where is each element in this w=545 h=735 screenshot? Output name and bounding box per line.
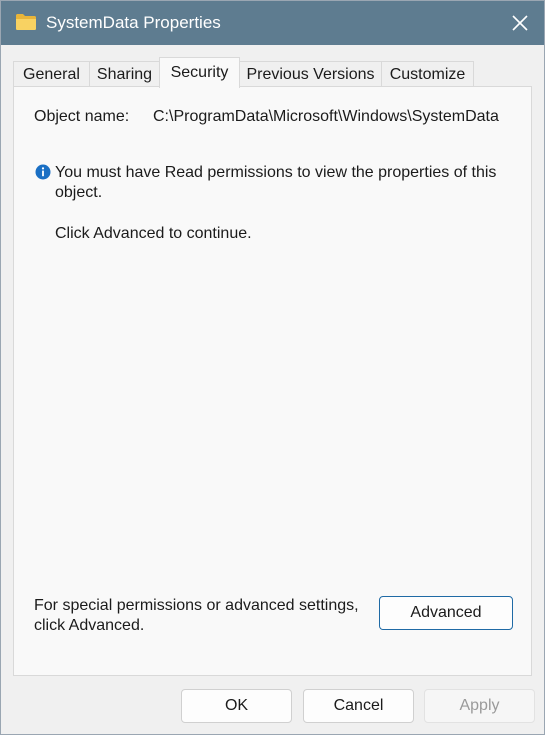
security-panel: Object name: C:\ProgramData\Microsoft\Wi… [13,86,532,676]
tab-previous-versions[interactable]: Previous Versions [239,61,382,87]
advanced-hint-text: For special permissions or advanced sett… [34,597,359,634]
title-bar[interactable]: SystemData Properties [1,1,544,45]
cancel-button[interactable]: Cancel [303,689,414,723]
tab-sharing[interactable]: Sharing [89,61,160,87]
close-icon [512,15,528,31]
folder-icon [15,13,37,31]
close-button[interactable] [496,1,544,45]
object-name-value: C:\ProgramData\Microsoft\Windows\SystemD… [153,108,499,125]
advanced-button[interactable]: Advanced [379,596,513,630]
window-title: SystemData Properties [46,13,221,32]
apply-button[interactable]: Apply [424,689,535,723]
tab-general[interactable]: General [13,61,90,87]
tab-customize[interactable]: Customize [381,61,474,87]
object-name-label: Object name: [34,108,130,125]
info-icon [35,164,51,180]
instruction-text: Click Advanced to continue. [55,225,252,242]
properties-window: SystemData Properties General Sharing Se… [0,0,545,735]
ok-button[interactable]: OK [181,689,292,723]
tab-security[interactable]: Security [159,57,240,88]
permission-message: You must have Read permissions to view t… [55,164,497,201]
